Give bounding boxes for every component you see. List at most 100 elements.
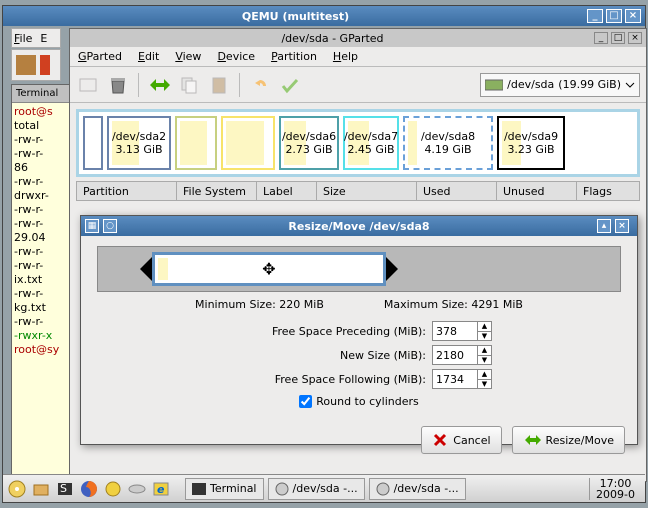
partition-graph[interactable]: /dev/sda23.13 GiB/dev/sda62.73 GiB/dev/s… [76,109,640,177]
tray-gear-icon[interactable] [103,479,123,499]
round-checkbox[interactable] [299,395,312,408]
following-up[interactable]: ▲ [478,370,491,380]
partition-block[interactable]: /dev/sda93.23 GiB [497,116,565,170]
move-cursor-icon: ✥ [262,260,275,279]
dialog-buttons: Cancel Resize/Move [81,418,637,462]
taskbar-item-label: /dev/sda -... [293,482,358,495]
clock-date: 2009-0 [596,489,635,500]
copy-button[interactable] [177,73,201,97]
partition-block[interactable]: /dev/sda62.73 GiB [279,116,339,170]
col-fs[interactable]: File System [177,182,257,200]
size-limits: Minimum Size: 220 MiB Maximum Size: 4291… [97,298,621,311]
dialog-body: ✥ Minimum Size: 220 MiB Maximum Size: 42… [81,236,637,418]
preceding-input[interactable] [433,322,477,340]
guest-desktop: File E Terminal root@stotal -rw-r--rw-r-… [3,26,645,502]
toolbar-icon-1[interactable] [16,55,36,75]
gparted-close-button[interactable]: × [628,32,642,44]
col-used[interactable]: Used [417,182,497,200]
taskbar-item-label: Terminal [210,482,257,495]
col-size[interactable]: Size [317,182,417,200]
following-spinner[interactable]: ▲▼ [432,369,492,389]
partition-columns: Partition File System Label Size Used Un… [76,181,640,201]
apply-arrow-icon [523,433,541,447]
resize-move-button[interactable] [147,73,171,97]
preceding-up[interactable]: ▲ [478,322,491,332]
partition-block[interactable]: /dev/sda84.19 GiB [403,116,493,170]
preceding-down[interactable]: ▼ [478,332,491,341]
taskbar-item-terminal[interactable]: Terminal [185,478,264,500]
cancel-button[interactable]: Cancel [421,426,501,454]
menu-help[interactable]: Help [329,48,362,65]
tray-disc-icon[interactable] [7,479,27,499]
menu-partition[interactable]: Partition [267,48,321,65]
chevron-down-icon [625,80,635,90]
newsize-spinner[interactable]: ▲▼ [432,345,492,365]
qemu-window: QEMU (multitest) _ □ × File E Terminal r… [2,5,646,503]
min-size-label: Minimum Size: 220 MiB [195,298,324,311]
menu-device[interactable]: Device [213,48,259,65]
partition-block[interactable] [221,116,275,170]
terminal-window: Terminal root@stotal -rw-r--rw-r-86-rw-r… [11,84,71,479]
toolbar-icon-2[interactable] [40,55,50,75]
col-flags[interactable]: Flags [577,182,639,200]
new-partition-button[interactable] [76,73,100,97]
following-down[interactable]: ▼ [478,380,491,389]
app-menubar: File E [11,28,61,48]
following-input[interactable] [433,370,477,388]
tray-firefox-icon[interactable] [79,479,99,499]
preceding-spinner[interactable]: ▲▼ [432,321,492,341]
resize-handle-right[interactable] [386,257,398,281]
resize-handle-left[interactable] [140,257,152,281]
gparted-window: /dev/sda - GParted _ □ × GParted Edit Vi… [69,28,647,482]
resize-partition-block[interactable]: ✥ [152,252,386,286]
partition-block[interactable] [83,116,103,170]
newsize-label: New Size (MiB): [226,349,426,362]
tray-e-icon[interactable]: e [151,479,171,499]
apply-button[interactable] [278,73,302,97]
newsize-down[interactable]: ▼ [478,356,491,365]
newsize-input[interactable] [433,346,477,364]
resize-move-confirm-button[interactable]: Resize/Move [512,426,625,454]
gparted-icon [376,482,390,496]
dialog-max-button[interactable]: ▴ [597,219,611,233]
terminal-body[interactable]: root@stotal -rw-r--rw-r-86-rw-r-drwxr--r… [12,103,70,478]
tray-disk-icon[interactable] [127,479,147,499]
taskbar-item-gparted-2[interactable]: /dev/sda -... [369,478,466,500]
taskbar-clock[interactable]: 17:00 2009-0 [589,478,641,500]
following-label: Free Space Following (MiB): [226,373,426,386]
delete-button[interactable] [106,73,130,97]
resize-preview-bar[interactable]: ✥ [97,246,621,292]
paste-button[interactable] [207,73,231,97]
tray-folder-icon[interactable] [31,479,51,499]
device-selector[interactable]: /dev/sda (19.99 GiB) [480,73,640,97]
gparted-maximize-button[interactable]: □ [611,32,625,44]
qemu-maximize-button[interactable]: □ [606,9,622,23]
dialog-shade-button[interactable]: ○ [103,219,117,233]
newsize-up[interactable]: ▲ [478,346,491,356]
cancel-icon [432,432,448,448]
col-label[interactable]: Label [257,182,317,200]
gparted-title: /dev/sda - GParted [74,32,591,45]
qemu-title: QEMU (multitest) [151,10,440,23]
menu-file[interactable]: File [14,32,32,45]
tray-terminal-icon[interactable]: S [55,479,75,499]
dialog-menu-button[interactable]: ▦ [85,219,99,233]
qemu-titlebar: QEMU (multitest) _ □ × [3,6,645,26]
menu-view[interactable]: View [171,48,205,65]
taskbar-item-gparted-1[interactable]: /dev/sda -... [268,478,365,500]
partition-block[interactable] [175,116,217,170]
qemu-close-button[interactable]: × [625,9,641,23]
gparted-titlebar: /dev/sda - GParted _ □ × [70,29,646,47]
menu-edit-trunc[interactable]: E [40,32,47,45]
menu-gparted[interactable]: GParted [74,48,126,65]
menu-edit[interactable]: Edit [134,48,163,65]
col-partition[interactable]: Partition [77,182,177,200]
dialog-close-button[interactable]: × [615,219,629,233]
qemu-minimize-button[interactable]: _ [587,9,603,23]
svg-text:S: S [60,482,67,495]
col-unused[interactable]: Unused [497,182,577,200]
undo-button[interactable] [248,73,272,97]
partition-block[interactable]: /dev/sda72.45 GiB [343,116,399,170]
partition-block[interactable]: /dev/sda23.13 GiB [107,116,171,170]
gparted-minimize-button[interactable]: _ [594,32,608,44]
